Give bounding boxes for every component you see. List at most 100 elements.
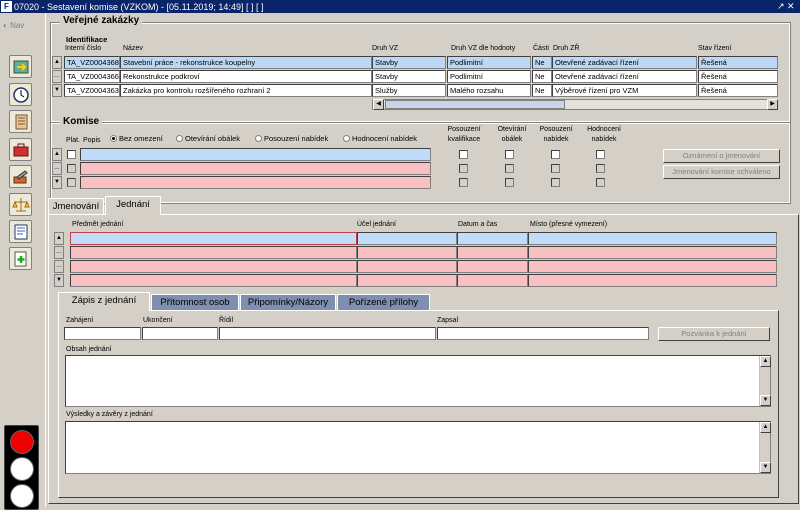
jmenovani-schvaleno-button[interactable]: Jmenování komise schváleno xyxy=(663,165,780,179)
nav-button[interactable]: ◐ Nav xyxy=(3,21,24,30)
radio-posouzeni[interactable] xyxy=(255,135,262,142)
table-cell[interactable]: Řešená xyxy=(698,70,778,83)
table-cell[interactable]: Rekonstrukce podkroví xyxy=(120,70,372,83)
posouzeni-nabidek-checkbox[interactable] xyxy=(551,150,560,159)
radio-hodnoceni[interactable] xyxy=(343,135,350,142)
table-cell[interactable]: Výběrové řízení pro VZM xyxy=(552,84,697,97)
radio-otevirani[interactable] xyxy=(176,135,183,142)
scroll-right-icon[interactable]: ▶ xyxy=(767,99,778,110)
tab-zapis-z-jednani[interactable]: Zápis z jednání xyxy=(58,292,150,311)
tab-jednani[interactable]: Jednání xyxy=(105,196,161,215)
scroll-left-icon[interactable]: ◀ xyxy=(373,99,384,110)
komise-popis-field[interactable] xyxy=(80,148,431,161)
row-marker[interactable]: … xyxy=(52,162,62,175)
horizontal-scrollbar[interactable]: ◀ ▶ xyxy=(372,99,778,110)
scroll-up-icon[interactable]: ▲ xyxy=(760,422,771,433)
table-cell[interactable]: Řešená xyxy=(698,84,778,97)
predmet-field[interactable] xyxy=(70,260,357,273)
radio-bez-omezeni[interactable] xyxy=(110,135,117,142)
oznameni-o-jmenovani-button[interactable]: Oznámení o jmenování xyxy=(663,149,780,163)
document-icon[interactable] xyxy=(9,220,32,243)
edit-icon[interactable] xyxy=(9,165,32,188)
ucel-field[interactable] xyxy=(357,232,457,245)
table-cell[interactable]: Stavební práce - rekonstrukce koupelny xyxy=(120,56,372,69)
briefcase-icon[interactable] xyxy=(9,138,32,161)
datum-field[interactable] xyxy=(457,260,528,273)
tab-jmenovani[interactable]: Jmenování xyxy=(48,198,104,215)
scroll-thumb[interactable] xyxy=(385,100,565,109)
tab-porizene-prilohy[interactable]: Pořízené přílohy xyxy=(337,294,430,311)
scroll-down-icon[interactable]: ▼ xyxy=(760,395,771,406)
table-cell[interactable]: TA_VZ0004368 xyxy=(64,56,120,69)
add-document-icon[interactable] xyxy=(9,247,32,270)
pozvanka-button[interactable]: Pozvánka k jednání xyxy=(658,327,770,341)
predmet-field[interactable] xyxy=(70,232,357,245)
misto-field[interactable] xyxy=(528,232,777,245)
scroll-down-icon[interactable]: ▼ xyxy=(760,462,771,473)
row-up-arrow[interactable]: ▲ xyxy=(52,148,62,161)
vertical-scrollbar[interactable]: ▲ ▼ xyxy=(759,422,771,473)
predmet-field[interactable] xyxy=(70,246,357,259)
table-cell[interactable]: Malého rozsahu xyxy=(447,84,531,97)
plat-checkbox[interactable] xyxy=(67,150,76,159)
row-up-arrow[interactable]: ▲ xyxy=(54,232,64,245)
posouzeni-nabidek-checkbox[interactable] xyxy=(551,164,560,173)
misto-field[interactable] xyxy=(528,260,777,273)
otevirani-obalek-checkbox[interactable] xyxy=(505,178,514,187)
table-cell[interactable]: Stavby xyxy=(372,56,446,69)
table-cell[interactable]: Ne xyxy=(532,70,552,83)
datum-field[interactable] xyxy=(457,274,528,287)
otevirani-obalek-checkbox[interactable] xyxy=(505,164,514,173)
table-cell[interactable]: Ne xyxy=(532,84,552,97)
scales-icon[interactable] xyxy=(9,193,32,216)
ucel-field[interactable] xyxy=(357,260,457,273)
table-cell[interactable]: TA_VZ0004366 xyxy=(64,70,120,83)
row-up-arrow[interactable]: ▲ xyxy=(52,56,62,69)
ucel-field[interactable] xyxy=(357,274,457,287)
row-down-arrow[interactable]: ▼ xyxy=(54,274,64,287)
zahajeni-field[interactable] xyxy=(64,327,141,340)
table-cell[interactable]: Podlimitní xyxy=(447,70,531,83)
table-cell[interactable]: Otevřené zadávací řízení xyxy=(552,56,697,69)
table-cell[interactable]: Podlimitní xyxy=(447,56,531,69)
table-cell[interactable]: Otevřené zadávací řízení xyxy=(552,70,697,83)
table-cell[interactable]: Zakázka pro kontrolu rozšířeného rozhran… xyxy=(120,84,372,97)
tab-pritomnost-osob[interactable]: Přítomnost osob xyxy=(151,294,239,311)
komise-popis-field[interactable] xyxy=(80,162,431,175)
table-cell[interactable]: Stavby xyxy=(372,70,446,83)
obsah-textarea[interactable]: ▲ ▼ xyxy=(65,355,771,407)
ukonceni-field[interactable] xyxy=(142,327,218,340)
posouzeni-kvalifikace-checkbox[interactable] xyxy=(459,178,468,187)
zapsal-field[interactable] xyxy=(437,327,649,340)
plat-checkbox[interactable] xyxy=(67,164,76,173)
table-cell[interactable]: Řešená xyxy=(698,56,778,69)
vysledky-textarea[interactable]: ▲ ▼ xyxy=(65,421,771,474)
row-marker[interactable]: … xyxy=(54,260,64,273)
datum-field[interactable] xyxy=(457,232,528,245)
datum-field[interactable] xyxy=(457,246,528,259)
misto-field[interactable] xyxy=(528,246,777,259)
ucel-field[interactable] xyxy=(357,246,457,259)
table-cell[interactable]: Ne xyxy=(532,56,552,69)
posouzeni-kvalifikace-checkbox[interactable] xyxy=(459,164,468,173)
table-cell[interactable]: Služby xyxy=(372,84,446,97)
table-cell[interactable]: TA_VZ0004363 xyxy=(64,84,120,97)
notebook-icon[interactable] xyxy=(9,110,32,133)
posouzeni-kvalifikace-checkbox[interactable] xyxy=(459,150,468,159)
predmet-field[interactable] xyxy=(70,274,357,287)
row-marker[interactable]: … xyxy=(54,246,64,259)
row-marker[interactable]: … xyxy=(52,70,62,83)
otevirani-obalek-checkbox[interactable] xyxy=(505,150,514,159)
row-down-arrow[interactable]: ▼ xyxy=(52,176,62,189)
ridil-field[interactable] xyxy=(219,327,436,340)
hodnoceni-nabidek-checkbox[interactable] xyxy=(596,164,605,173)
transfer-icon[interactable] xyxy=(9,55,32,78)
posouzeni-nabidek-checkbox[interactable] xyxy=(551,178,560,187)
vertical-scrollbar[interactable]: ▲ ▼ xyxy=(759,356,771,406)
row-down-arrow[interactable]: ▼ xyxy=(52,84,62,97)
hodnoceni-nabidek-checkbox[interactable] xyxy=(596,178,605,187)
scroll-up-icon[interactable]: ▲ xyxy=(760,356,771,367)
misto-field[interactable] xyxy=(528,274,777,287)
tab-pripominky[interactable]: Připomínky/Názory xyxy=(240,294,336,311)
plat-checkbox[interactable] xyxy=(67,178,76,187)
